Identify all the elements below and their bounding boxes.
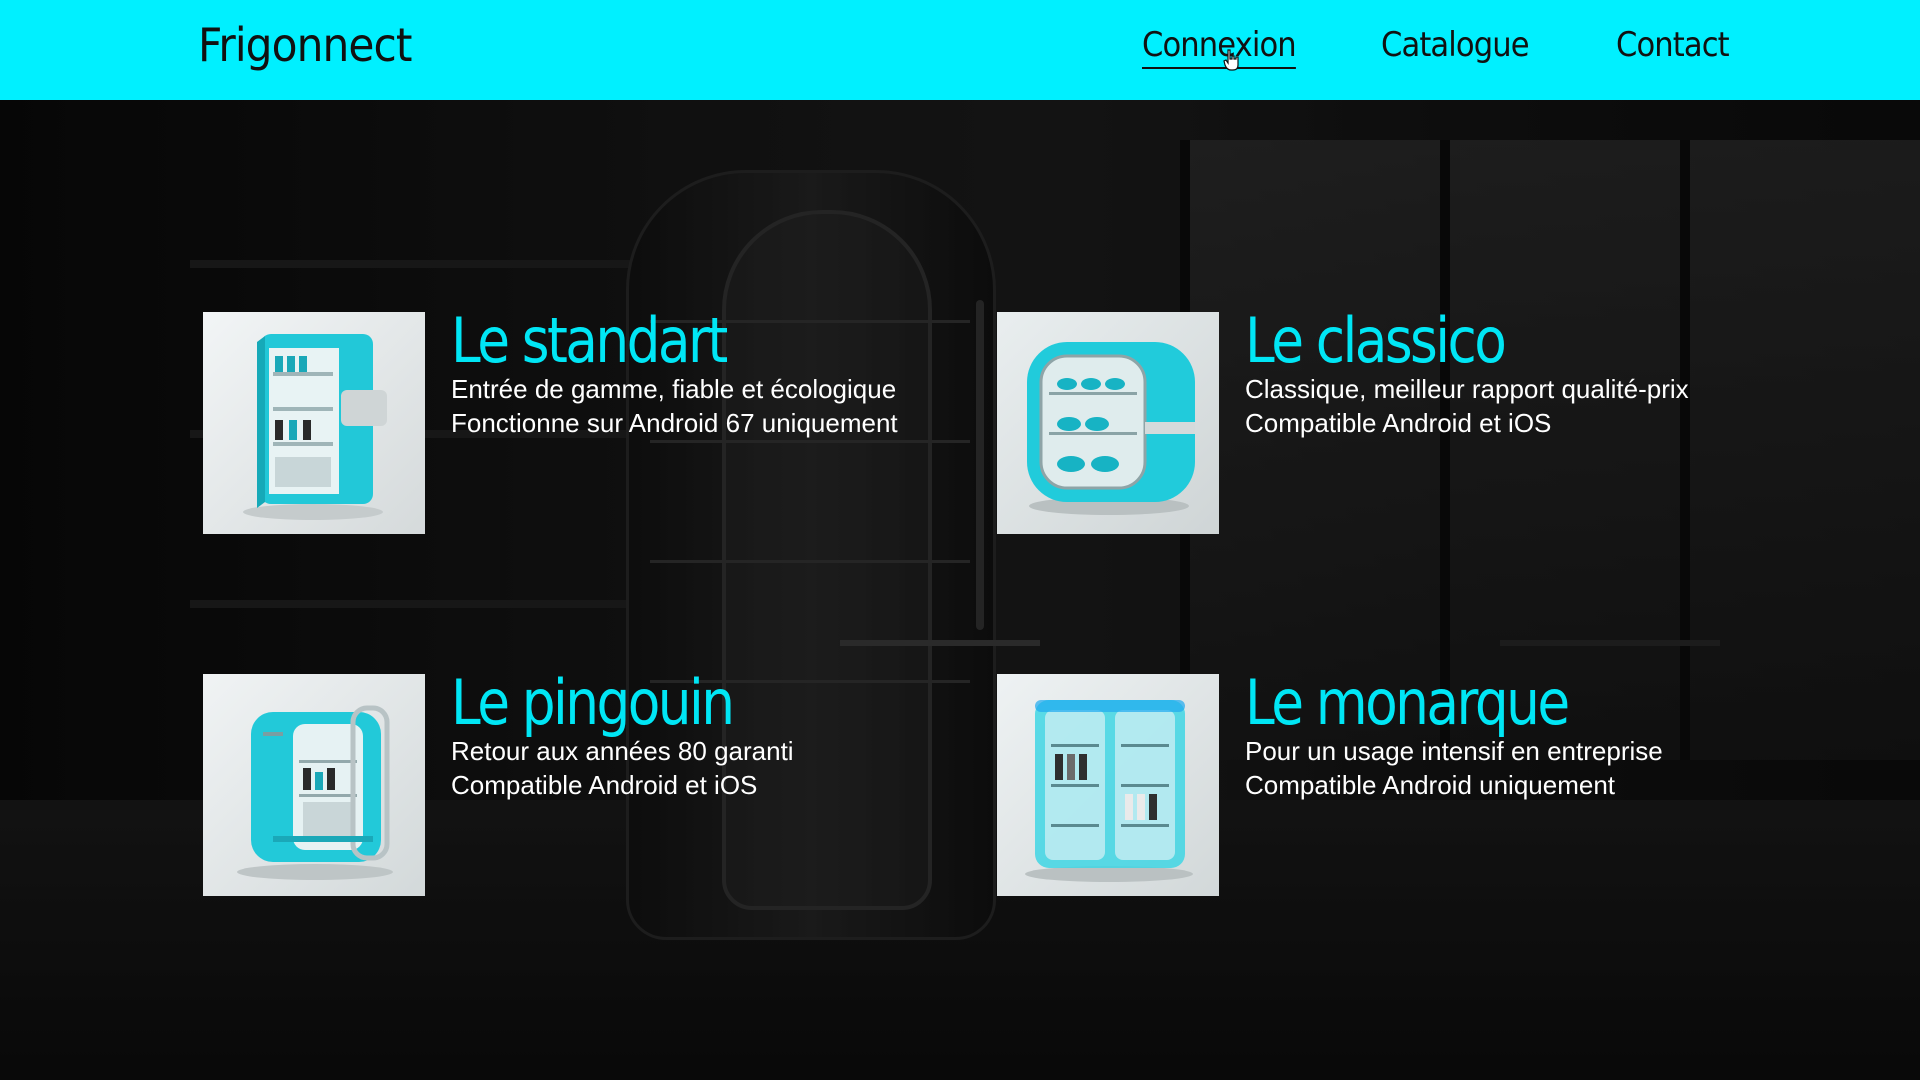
product-title[interactable]: Le pingouin	[451, 666, 735, 739]
product-title[interactable]: Le standart	[451, 304, 728, 377]
product-compatibility: Compatible Android et iOS	[1245, 408, 1552, 438]
site-logo[interactable]: Frigonnect	[198, 18, 412, 72]
hand-cursor-icon	[1223, 49, 1239, 71]
product-title[interactable]: Le monarque	[1245, 666, 1570, 739]
top-nav-bar: Frigonnect Connexion Catalogue Contact	[0, 0, 1920, 100]
product-compatibility: Fonctionne sur Android 67 uniquement	[451, 408, 898, 438]
product-card-standart[interactable]: Le standart Entrée de gamme, fiable et é…	[203, 304, 983, 534]
product-description: Classique, meilleur rapport qualité-prix	[1245, 374, 1689, 404]
product-title[interactable]: Le classico	[1245, 304, 1507, 377]
fridge-rounded-image[interactable]	[997, 312, 1219, 534]
product-card-monarque[interactable]: Le monarque Pour un usage intensif en en…	[997, 666, 1777, 896]
nav-connexion-link[interactable]: Connexion	[1142, 25, 1297, 69]
product-description: Retour aux années 80 garanti	[451, 736, 794, 766]
product-card-pingouin[interactable]: Le pingouin Retour aux années 80 garanti…	[203, 666, 983, 896]
page: Frigonnect Connexion Catalogue Contact L…	[0, 0, 1920, 1080]
product-description: Entrée de gamme, fiable et écologique	[451, 374, 897, 404]
nav-contact-link[interactable]: Contact	[1616, 25, 1730, 65]
product-description: Pour un usage intensif en entreprise	[1245, 736, 1663, 766]
fridge-retro-image[interactable]	[203, 674, 425, 896]
fridge-transparent-image[interactable]	[997, 674, 1219, 896]
fridge-open-door-image[interactable]	[203, 312, 425, 534]
kitchen-background-image	[0, 100, 1920, 1080]
product-card-classico[interactable]: Le classico Classique, meilleur rapport …	[997, 304, 1777, 534]
product-compatibility: Compatible Android uniquement	[1245, 770, 1616, 800]
nav-catalogue-link[interactable]: Catalogue	[1381, 25, 1530, 65]
product-compatibility: Compatible Android et iOS	[451, 770, 758, 800]
